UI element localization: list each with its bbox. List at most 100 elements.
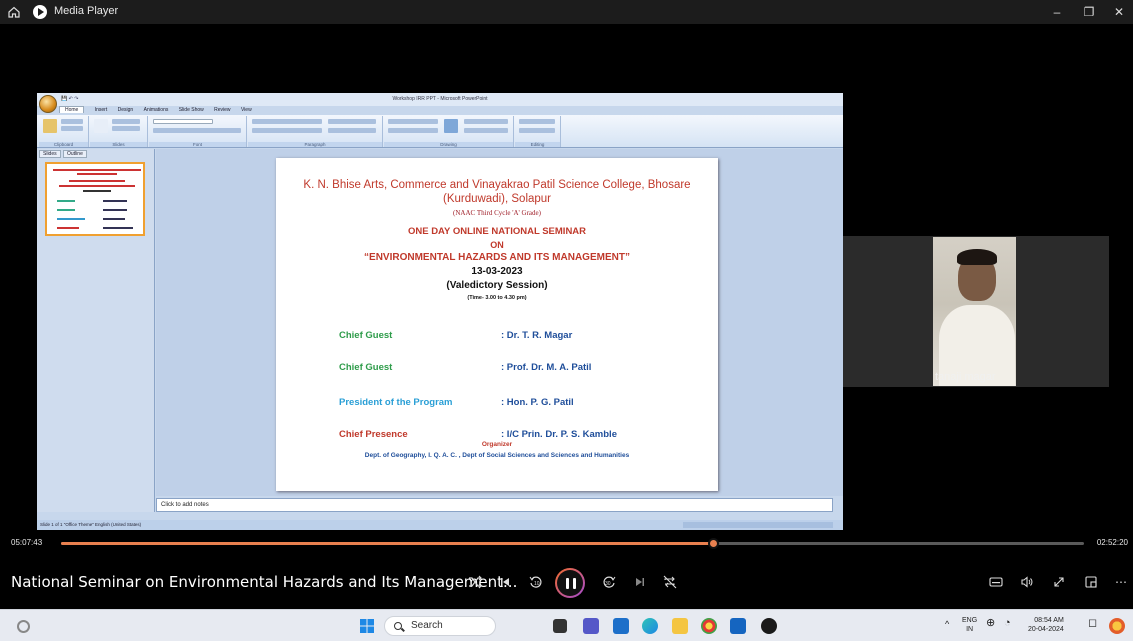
zoom-slider (683, 522, 833, 528)
college-name-line1: K. N. Bhise Arts, Commerce and Vinayakra… (303, 179, 691, 191)
captions-icon[interactable] (988, 574, 1004, 590)
ribbon-group-label: Editing (515, 142, 560, 147)
file-explorer-icon[interactable] (672, 618, 688, 634)
ribbon-group-label: Font (149, 142, 246, 147)
home-icon[interactable] (7, 5, 21, 19)
outline-tab: Outline (63, 150, 87, 158)
minimize-button[interactable]: – (1046, 3, 1068, 21)
ppt-tab: Home (59, 106, 85, 113)
media-player-logo-icon (33, 5, 47, 19)
shuffle-icon[interactable] (467, 574, 483, 590)
network-icon[interactable]: ⊕ (986, 618, 995, 629)
taskbar-search-box[interactable]: Search (384, 616, 496, 636)
clock-date: 20-04-2024 (1028, 626, 1064, 633)
webcam-tile: tanaji magar (843, 236, 1109, 387)
clock-time: 08:54 AM (1034, 617, 1064, 624)
slides-pane-tabs: Slides Outline (39, 150, 88, 158)
repeat-off-icon[interactable] (662, 574, 678, 590)
title-bar: Media Player – ❐ ✕ (0, 0, 1133, 24)
quick-access-toolbar: 💾 ↶ ↷ (61, 96, 79, 102)
video-title: National Seminar on Environmental Hazard… (11, 573, 518, 591)
ppt-status-text: Slide 1 of 1 "Office Theme" English (Uni… (40, 522, 142, 527)
seminar-heading: ONE DAY ONLINE NATIONAL SEMINAR (407, 226, 587, 237)
language-indicator[interactable]: ENG IN (962, 616, 977, 634)
seek-track[interactable] (61, 538, 1084, 549)
role-label: Chief Guest (339, 362, 393, 373)
ppt-tab: Animations (143, 107, 169, 113)
weather-avatar-icon[interactable] (1109, 618, 1125, 634)
naac-grade: (NAAC Third Cycle 'A' Grade) (453, 209, 541, 217)
guest-name: : Hon. P. G. Patil (501, 397, 574, 408)
guest-name: : Dr. T. R. Magar (501, 330, 573, 341)
pause-button[interactable] (555, 568, 585, 598)
speaker-icon[interactable]: ◔ (1004, 618, 1011, 629)
previous-icon[interactable] (497, 574, 513, 590)
ppt-ribbon: Clipboard Slides Font Paragraph Drawing … (37, 115, 843, 148)
word-icon[interactable] (730, 618, 746, 634)
media-player-taskbar-icon[interactable] (761, 618, 777, 634)
current-slide: K. N. Bhise Arts, Commerce and Vinayakra… (276, 158, 718, 491)
widgets-icon[interactable] (17, 620, 30, 633)
task-view-icon[interactable] (553, 619, 567, 633)
ppt-tab: View (240, 107, 252, 113)
maximize-button[interactable]: ❐ (1078, 3, 1100, 21)
ppt-ribbon-tabs: Home Insert Design Animations Slide Show… (59, 106, 261, 115)
more-options-icon[interactable]: ⋯ (1113, 574, 1129, 590)
svg-text:30: 30 (605, 581, 611, 587)
ribbon-group: Font (149, 116, 247, 147)
ribbon-group-label: Drawing (384, 142, 513, 147)
next-icon[interactable] (632, 574, 648, 590)
office-button-icon (39, 95, 57, 113)
ribbon-group-label: Slides (90, 142, 147, 147)
mail-icon[interactable] (613, 618, 629, 634)
show-hidden-icons-icon[interactable]: ^ (945, 620, 949, 629)
ribbon-group: Slides (90, 116, 148, 147)
ribbon-group-label: Clipboard (39, 142, 88, 147)
skip-forward-30-icon[interactable]: 30 (601, 574, 617, 590)
session-time: (Time- 3.00 to 4.30 pm) (467, 295, 527, 301)
svg-text:10: 10 (534, 581, 540, 587)
notification-bell-icon[interactable]: ◻ (1088, 618, 1097, 629)
seek-progress (61, 542, 714, 545)
seek-thumb[interactable] (707, 538, 719, 549)
college-name-line2: (Kurduwadi), Solapur (442, 193, 552, 205)
close-button[interactable]: ✕ (1108, 3, 1130, 21)
language-code: ENG (962, 617, 978, 624)
remaining-time: 02:52:20 (1096, 538, 1128, 547)
ppt-tab: Design (117, 107, 134, 113)
slide-editor: K. N. Bhise Arts, Commerce and Vinayakra… (156, 149, 843, 496)
seminar-topic: “ENVIRONMENTAL HAZARDS AND ITS MANAGEMEN… (364, 252, 630, 263)
role-label: Chief Presence (339, 429, 408, 440)
mini-player-icon[interactable] (1083, 574, 1099, 590)
ppt-tab: Slide Show (178, 107, 204, 113)
participant-name: tanaji magar (935, 371, 996, 383)
organizer-departments: Dept. of Geography, I. Q. A. C. , Dept o… (364, 452, 630, 459)
notes-pane: Click to add notes (156, 498, 833, 512)
clock[interactable]: 08:54 AM 20-04-2024 (1028, 616, 1064, 634)
chrome-icon[interactable] (701, 618, 717, 634)
fullscreen-icon[interactable] (1051, 574, 1067, 590)
app-title: Media Player (54, 5, 119, 17)
ppt-tab: Review (214, 107, 231, 113)
session-name: (Valedictory Session) (446, 280, 548, 291)
role-label: President of the Program (339, 397, 453, 408)
media-player-window: Media Player – ❐ ✕ Workshop IRR PPT - Mi… (0, 0, 1133, 641)
role-label: Chief Guest (339, 330, 393, 341)
pause-icon (566, 578, 569, 589)
volume-icon[interactable] (1019, 574, 1035, 590)
seminar-date: 13-03-2023 (471, 266, 523, 277)
skip-back-10-icon[interactable]: 10 (528, 574, 544, 590)
ppt-window-title: Workshop IRR PPT - Microsoft PowerPoint (37, 93, 843, 106)
edge-browser-icon[interactable] (642, 618, 658, 634)
slides-pane: Slides Outline (37, 149, 155, 512)
search-placeholder: Search (411, 620, 443, 631)
windows-taskbar: Search ^ ENG IN ⊕ ◔ 08:54 AM 20-04-2024 … (0, 609, 1133, 641)
ribbon-group: Drawing (384, 116, 514, 147)
teams-icon[interactable] (583, 618, 599, 634)
ribbon-group-label: Paragraph (248, 142, 382, 147)
ppt-status-bar: Slide 1 of 1 "Office Theme" English (Uni… (37, 520, 843, 530)
ribbon-group: Paragraph (248, 116, 383, 147)
guest-name: : Prof. Dr. M. A. Patil (501, 362, 592, 373)
windows-start-icon[interactable] (359, 618, 375, 634)
ppt-tab: Insert (94, 107, 108, 113)
